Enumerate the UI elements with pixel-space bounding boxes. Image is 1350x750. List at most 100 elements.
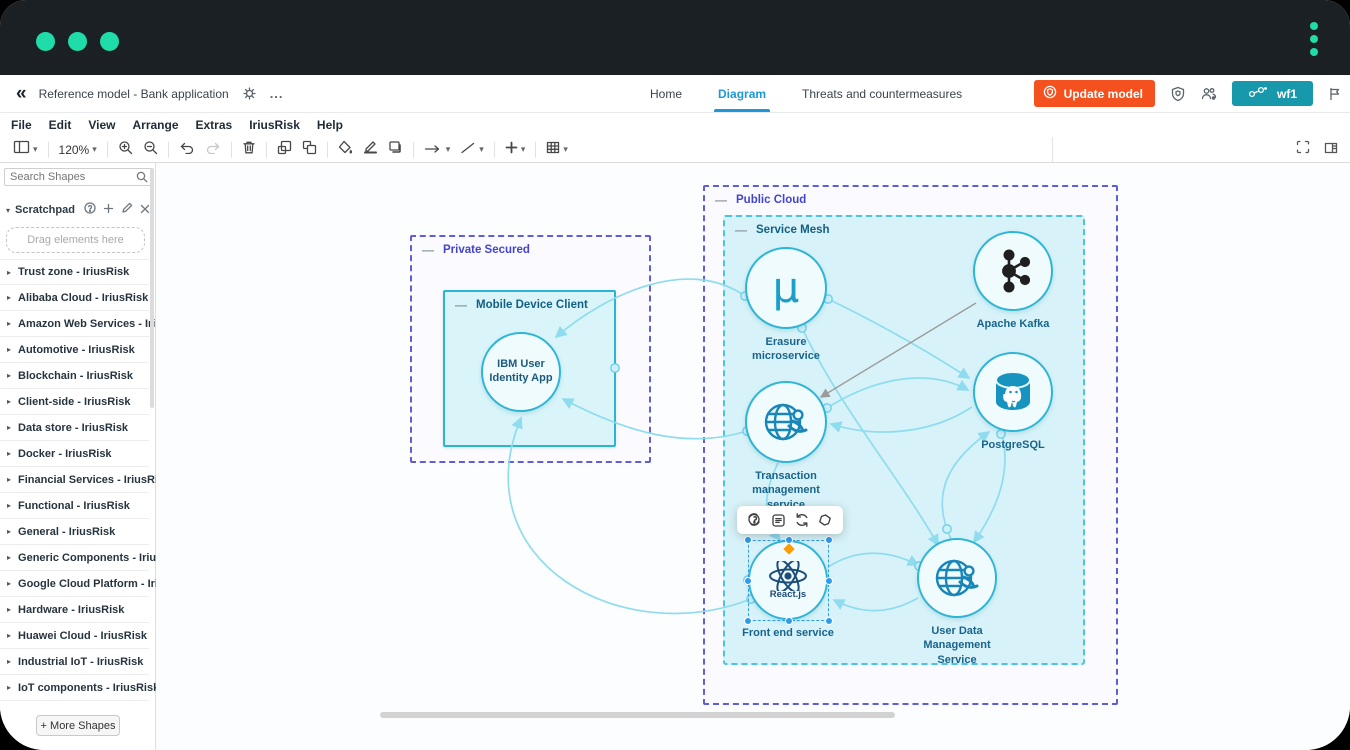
edge-endpoint-dot[interactable] <box>942 524 952 534</box>
edge-transaction-management-service-to-ibm-user-identity-app[interactable] <box>561 398 748 440</box>
selection-handle[interactable] <box>744 576 752 585</box>
node-ibm-user-identity-app[interactable]: IBM User Identity App <box>481 332 561 412</box>
shape-section-blockchain[interactable]: ▸ Blockchain - IriusRisk <box>0 363 149 389</box>
document-title: Reference model - Bank application <box>38 86 229 101</box>
toolbar-zoom-in-icon[interactable] <box>113 138 138 162</box>
update-model-button[interactable]: Update model <box>1033 80 1155 107</box>
scratchpad-dropzone[interactable]: Drag elements here <box>6 227 145 253</box>
back-icon[interactable]: « <box>16 84 26 103</box>
more-options-icon[interactable]: ... <box>270 86 284 101</box>
threats-icon[interactable] <box>743 508 767 532</box>
tab-threats-and-countermeasures[interactable]: Threats and countermeasures <box>802 75 962 112</box>
selection-handle[interactable] <box>744 617 752 625</box>
toolbar-separator <box>167 141 169 158</box>
menu-help[interactable]: Help <box>314 116 346 134</box>
toolbar-zoom-level[interactable]: 120% ▾ <box>54 141 102 159</box>
toolbar-separator <box>106 141 108 158</box>
tab-diagram[interactable]: Diagram <box>714 75 771 112</box>
toolbar-waypoints-icon[interactable]: ▾ <box>455 139 489 161</box>
shape-section-functional[interactable]: ▸ Functional - IriusRisk <box>0 493 149 519</box>
node-postgresql[interactable] <box>973 352 1053 432</box>
shape-section-industrial-iot[interactable]: ▸ Industrial IoT - IriusRisk <box>0 649 149 675</box>
menu-iriusrisk[interactable]: IriusRisk <box>246 116 303 134</box>
traffic-lights <box>36 32 119 51</box>
shape-section-amazon-web-services[interactable]: ▸ Amazon Web Services - IriusRisk <box>0 311 191 337</box>
workflow-wf1-button[interactable]: wf1 <box>1231 81 1313 106</box>
toolbar-to-front-icon[interactable] <box>272 138 297 162</box>
search-shapes-input[interactable] <box>4 168 152 186</box>
globe-person-icon <box>764 403 808 441</box>
node-apache-kafka[interactable] <box>973 231 1053 311</box>
diagram-canvas[interactable]: — Public Cloud — Service Mesh — Private Se… <box>156 163 1350 750</box>
toolbar-line-color-icon[interactable] <box>358 138 383 161</box>
node-user-data-management-service[interactable] <box>917 538 997 618</box>
shape-section-alibaba-cloud[interactable]: ▸ Alibaba Cloud - IriusRisk <box>0 285 149 311</box>
kebab-menu-icon[interactable] <box>1310 22 1318 56</box>
settings-gear-icon[interactable] <box>243 87 256 100</box>
traffic-light-icon[interactable] <box>100 32 119 51</box>
toolbar-diagram-view-icon[interactable]: ▾ <box>8 138 43 161</box>
edge-front-end-service-to-user-data-management-service[interactable] <box>827 552 920 568</box>
shape-section-docker[interactable]: ▸ Docker - IriusRisk <box>0 441 149 467</box>
selection-handle[interactable] <box>825 617 833 625</box>
selection-handle[interactable] <box>825 576 833 585</box>
toolbar-delete-icon[interactable] <box>237 138 261 162</box>
edge-user-data-management-service-to-front-end-service[interactable] <box>832 597 919 612</box>
refresh-icon[interactable] <box>790 508 814 532</box>
fullscreen-icon[interactable] <box>1296 140 1310 159</box>
menu-arrange[interactable]: Arrange <box>129 116 181 134</box>
selection-handle[interactable] <box>825 536 833 544</box>
node-transaction-management-service[interactable] <box>745 381 827 463</box>
traffic-light-icon[interactable] <box>68 32 87 51</box>
canvas-horizontal-scrollbar[interactable] <box>380 712 895 718</box>
menu-view[interactable]: View <box>85 116 118 134</box>
menu-edit[interactable]: Edit <box>46 116 75 134</box>
shape-section-generic-components[interactable]: ▸ Generic Components - IriusRisk <box>0 545 186 571</box>
toolbar-to-back-icon[interactable] <box>297 138 322 162</box>
selection-handle[interactable] <box>784 617 793 625</box>
help-icon[interactable] <box>84 201 96 219</box>
toolbar-zoom-out-icon[interactable] <box>138 138 163 162</box>
toolbar-fill-color-icon[interactable] <box>333 138 358 161</box>
shape-section-trust-zone[interactable]: ▸ Trust zone - IriusRisk <box>0 259 149 285</box>
edge-front-end-service-to-ibm-user-identity-app[interactable] <box>507 416 752 615</box>
shape-section-huawei-cloud[interactable]: ▸ Huawei Cloud - IriusRisk <box>0 623 149 649</box>
menu-extras[interactable]: Extras <box>193 116 236 134</box>
edit-pencil-icon[interactable] <box>121 201 133 219</box>
toolbar-undo-icon[interactable] <box>174 139 200 161</box>
close-icon[interactable] <box>140 201 150 219</box>
shape-section-hardware[interactable]: ▸ Hardware - IriusRisk <box>0 597 149 623</box>
shield-badge-icon[interactable] <box>1170 86 1186 102</box>
selection-handle[interactable] <box>744 536 752 544</box>
shape-section-financial-services[interactable]: ▸ Financial Services - IriusRisk <box>0 467 170 493</box>
shape-section-general[interactable]: ▸ General - IriusRisk <box>0 519 149 545</box>
shape-section-google-cloud-platform[interactable]: ▸ Google Cloud Platform - IriusRisk <box>0 571 194 597</box>
toolbar-shadow-icon[interactable] <box>383 138 408 161</box>
traffic-light-icon[interactable] <box>36 32 55 51</box>
chevron-right-icon: ▸ <box>7 553 12 562</box>
edge-postgresql-to-transaction-management-service[interactable] <box>829 406 973 433</box>
add-icon[interactable] <box>103 201 114 219</box>
menu-file[interactable]: File <box>8 116 35 134</box>
tab-home[interactable]: Home <box>650 75 682 112</box>
chevron-down-icon[interactable]: ▾ <box>6 206 10 215</box>
more-shapes-button[interactable]: + More Shapes <box>36 715 120 736</box>
edge-erasure-microservice-to-postgresql[interactable] <box>827 298 971 379</box>
toolbar-connection-icon[interactable]: ▾ <box>419 139 456 161</box>
shape-section-client-side[interactable]: ▸ Client-side - IriusRisk <box>0 389 149 415</box>
toolbar-table-icon[interactable]: ▾ <box>541 139 573 161</box>
tag-icon[interactable] <box>814 508 838 532</box>
edge-erasure-microservice-to-ibm-user-identity-app[interactable] <box>554 278 746 339</box>
sidebar-scrollbar[interactable] <box>150 168 154 408</box>
edge-endpoint-dot[interactable] <box>610 363 620 373</box>
node-erasure-microservice[interactable]: μ <box>745 247 827 329</box>
notes-icon[interactable] <box>767 508 791 532</box>
shape-section-automotive[interactable]: ▸ Automotive - IriusRisk <box>0 337 149 363</box>
edge-transaction-management-service-to-postgresql[interactable] <box>826 377 970 409</box>
shape-section-iot-components[interactable]: ▸ IoT components - IriusRisk <box>0 675 159 701</box>
format-panel-icon[interactable] <box>1324 141 1338 159</box>
toolbar-insert-icon[interactable]: ▾ <box>500 139 531 161</box>
flag-icon[interactable] <box>1328 87 1342 101</box>
shape-section-data-store[interactable]: ▸ Data store - IriusRisk <box>0 415 149 441</box>
user-roles-icon[interactable] <box>1201 86 1217 102</box>
